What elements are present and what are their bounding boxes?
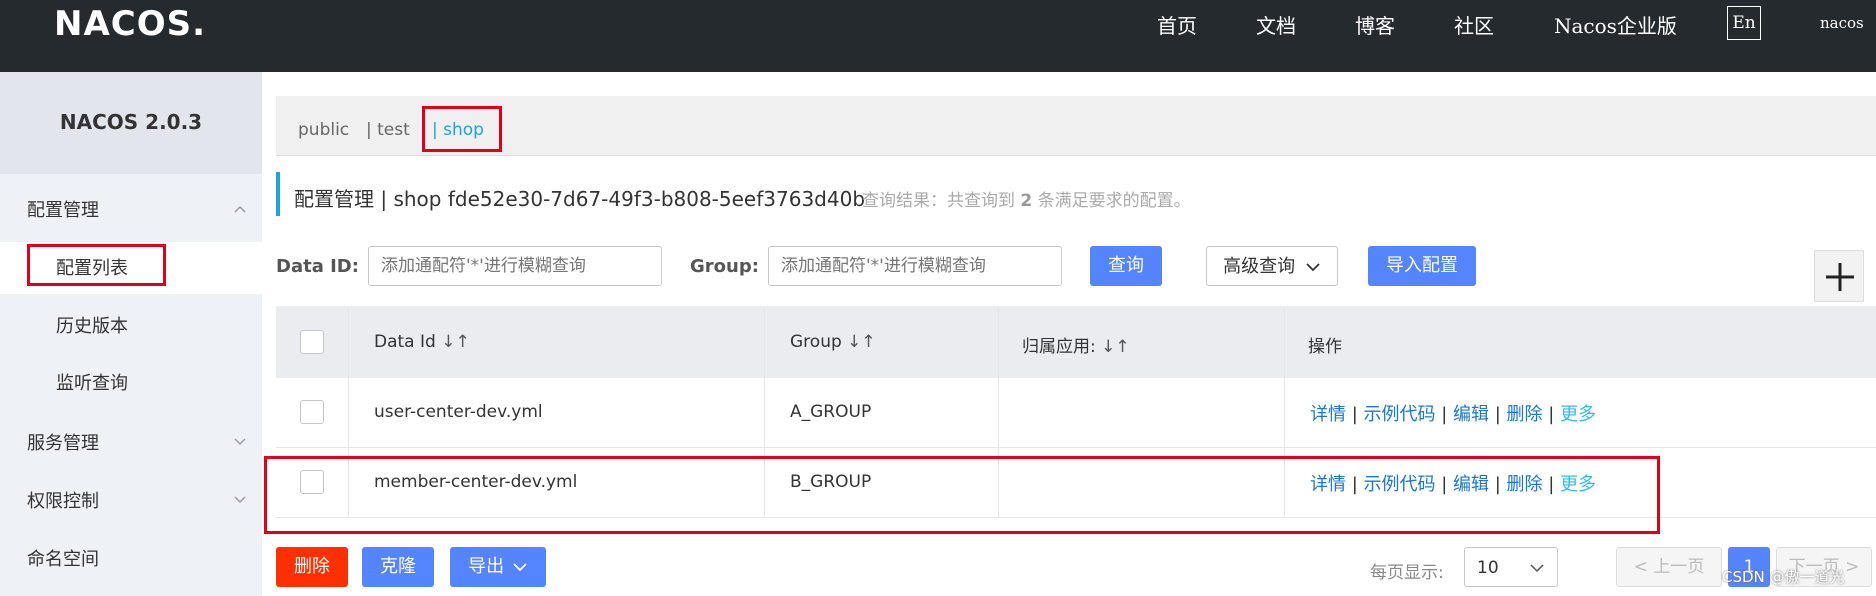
nav-enterprise[interactable]: Nacos企业版 bbox=[1554, 10, 1677, 39]
sidebar: NACOS 2.0.3 配置管理 配置列表 历史版本 监听查询 服务管理 权限控… bbox=[0, 72, 262, 596]
highlight-box-row bbox=[264, 456, 1660, 534]
import-config-button[interactable]: 导入配置 bbox=[1368, 246, 1476, 286]
delete-link[interactable]: 删除 bbox=[1507, 404, 1543, 425]
chevron-down-icon bbox=[1306, 263, 1320, 272]
language-switch-button[interactable]: En bbox=[1727, 6, 1761, 40]
nav-blog[interactable]: 博客 bbox=[1355, 10, 1395, 39]
data-id-label: Data ID: bbox=[276, 256, 359, 277]
export-label: 导出 bbox=[468, 556, 505, 577]
nav-community[interactable]: 社区 bbox=[1454, 10, 1494, 39]
header-actions: 操作 bbox=[1308, 337, 1342, 357]
namespace-bar: public | test | shop bbox=[276, 96, 1876, 156]
chevron-down-icon bbox=[234, 496, 246, 504]
query-button[interactable]: 查询 bbox=[1090, 246, 1162, 286]
header-app[interactable]: 归属应用: ↓↑ bbox=[1022, 332, 1130, 357]
watermark: CSDN @傲一道光 bbox=[1722, 568, 1845, 586]
row-actions: 详情 | 示例代码 | 编辑 | 删除 | 更多 bbox=[1310, 404, 1597, 425]
sort-icon: ↓↑ bbox=[441, 332, 470, 352]
chevron-down-icon bbox=[234, 438, 246, 446]
chevron-down-icon bbox=[1530, 564, 1544, 573]
sidebar-header: NACOS 2.0.3 bbox=[0, 72, 262, 174]
prev-page-button[interactable]: < 上一页 bbox=[1616, 547, 1722, 587]
page-size-value: 10 bbox=[1477, 558, 1499, 578]
namespace-public[interactable]: public bbox=[298, 120, 349, 140]
add-config-button[interactable] bbox=[1814, 250, 1864, 302]
row-data-id: user-center-dev.yml bbox=[374, 402, 543, 422]
query-result-hint: 查询结果：共查询到 2 条满足要求的配置。 bbox=[862, 191, 1191, 211]
page-size-label: 每页显示: bbox=[1370, 563, 1444, 583]
title-accent-bar bbox=[276, 172, 280, 216]
row-checkbox[interactable] bbox=[300, 400, 324, 424]
highlight-box-config-list bbox=[27, 244, 166, 286]
page-title: 配置管理 | shop fde52e30-7d67-49f3-b808-5eef… bbox=[294, 187, 866, 211]
group-input[interactable] bbox=[768, 246, 1062, 286]
sidebar-item-listener-query[interactable]: 监听查询 bbox=[56, 369, 128, 395]
clone-button[interactable]: 克隆 bbox=[362, 547, 434, 587]
highlight-box-namespace bbox=[422, 106, 502, 152]
data-id-input[interactable] bbox=[368, 246, 662, 286]
sidebar-item-service-management[interactable]: 服务管理 bbox=[27, 429, 99, 455]
more-link[interactable]: 更多 bbox=[1560, 404, 1596, 425]
edit-link[interactable]: 编辑 bbox=[1453, 404, 1489, 425]
sidebar-item-history[interactable]: 历史版本 bbox=[56, 312, 128, 338]
namespace-test[interactable]: | test bbox=[366, 120, 410, 140]
chevron-up-icon bbox=[234, 205, 246, 213]
nav-home[interactable]: 首页 bbox=[1157, 10, 1197, 39]
nav-docs[interactable]: 文档 bbox=[1256, 10, 1296, 39]
sidebar-item-namespace[interactable]: 命名空间 bbox=[27, 545, 99, 571]
header-group[interactable]: Group ↓↑ bbox=[790, 332, 876, 352]
chevron-down-icon bbox=[513, 563, 527, 572]
sidebar-item-access-control[interactable]: 权限控制 bbox=[27, 487, 99, 513]
group-label: Group: bbox=[690, 256, 759, 277]
top-navbar: NACOS. 首页 文档 博客 社区 Nacos企业版 En nacos bbox=[0, 0, 1876, 72]
select-all-checkbox[interactable] bbox=[300, 330, 324, 354]
nacos-logo[interactable]: NACOS. bbox=[54, 4, 206, 44]
user-menu[interactable]: nacos bbox=[1820, 14, 1864, 32]
export-button[interactable]: 导出 bbox=[450, 547, 546, 587]
sidebar-item-config-management[interactable]: 配置管理 bbox=[27, 196, 99, 222]
sort-icon: ↓↑ bbox=[847, 332, 876, 352]
detail-link[interactable]: 详情 bbox=[1310, 404, 1346, 425]
batch-delete-button[interactable]: 删除 bbox=[276, 547, 348, 587]
advanced-query-label: 高级查询 bbox=[1223, 256, 1296, 277]
table-row: user-center-dev.yml A_GROUP 详情 | 示例代码 | … bbox=[276, 378, 1876, 448]
row-group: A_GROUP bbox=[790, 402, 872, 422]
sort-icon: ↓↑ bbox=[1101, 337, 1130, 357]
page-size-select[interactable]: 10 bbox=[1464, 547, 1558, 587]
version-label: NACOS 2.0.3 bbox=[59, 110, 203, 134]
plus-icon bbox=[1826, 263, 1854, 291]
sample-code-link[interactable]: 示例代码 bbox=[1364, 404, 1436, 425]
header-data-id[interactable]: Data Id ↓↑ bbox=[374, 332, 470, 352]
advanced-query-button[interactable]: 高级查询 bbox=[1206, 246, 1338, 286]
table-header: Data Id ↓↑ Group ↓↑ 归属应用: ↓↑ 操作 bbox=[276, 306, 1876, 378]
